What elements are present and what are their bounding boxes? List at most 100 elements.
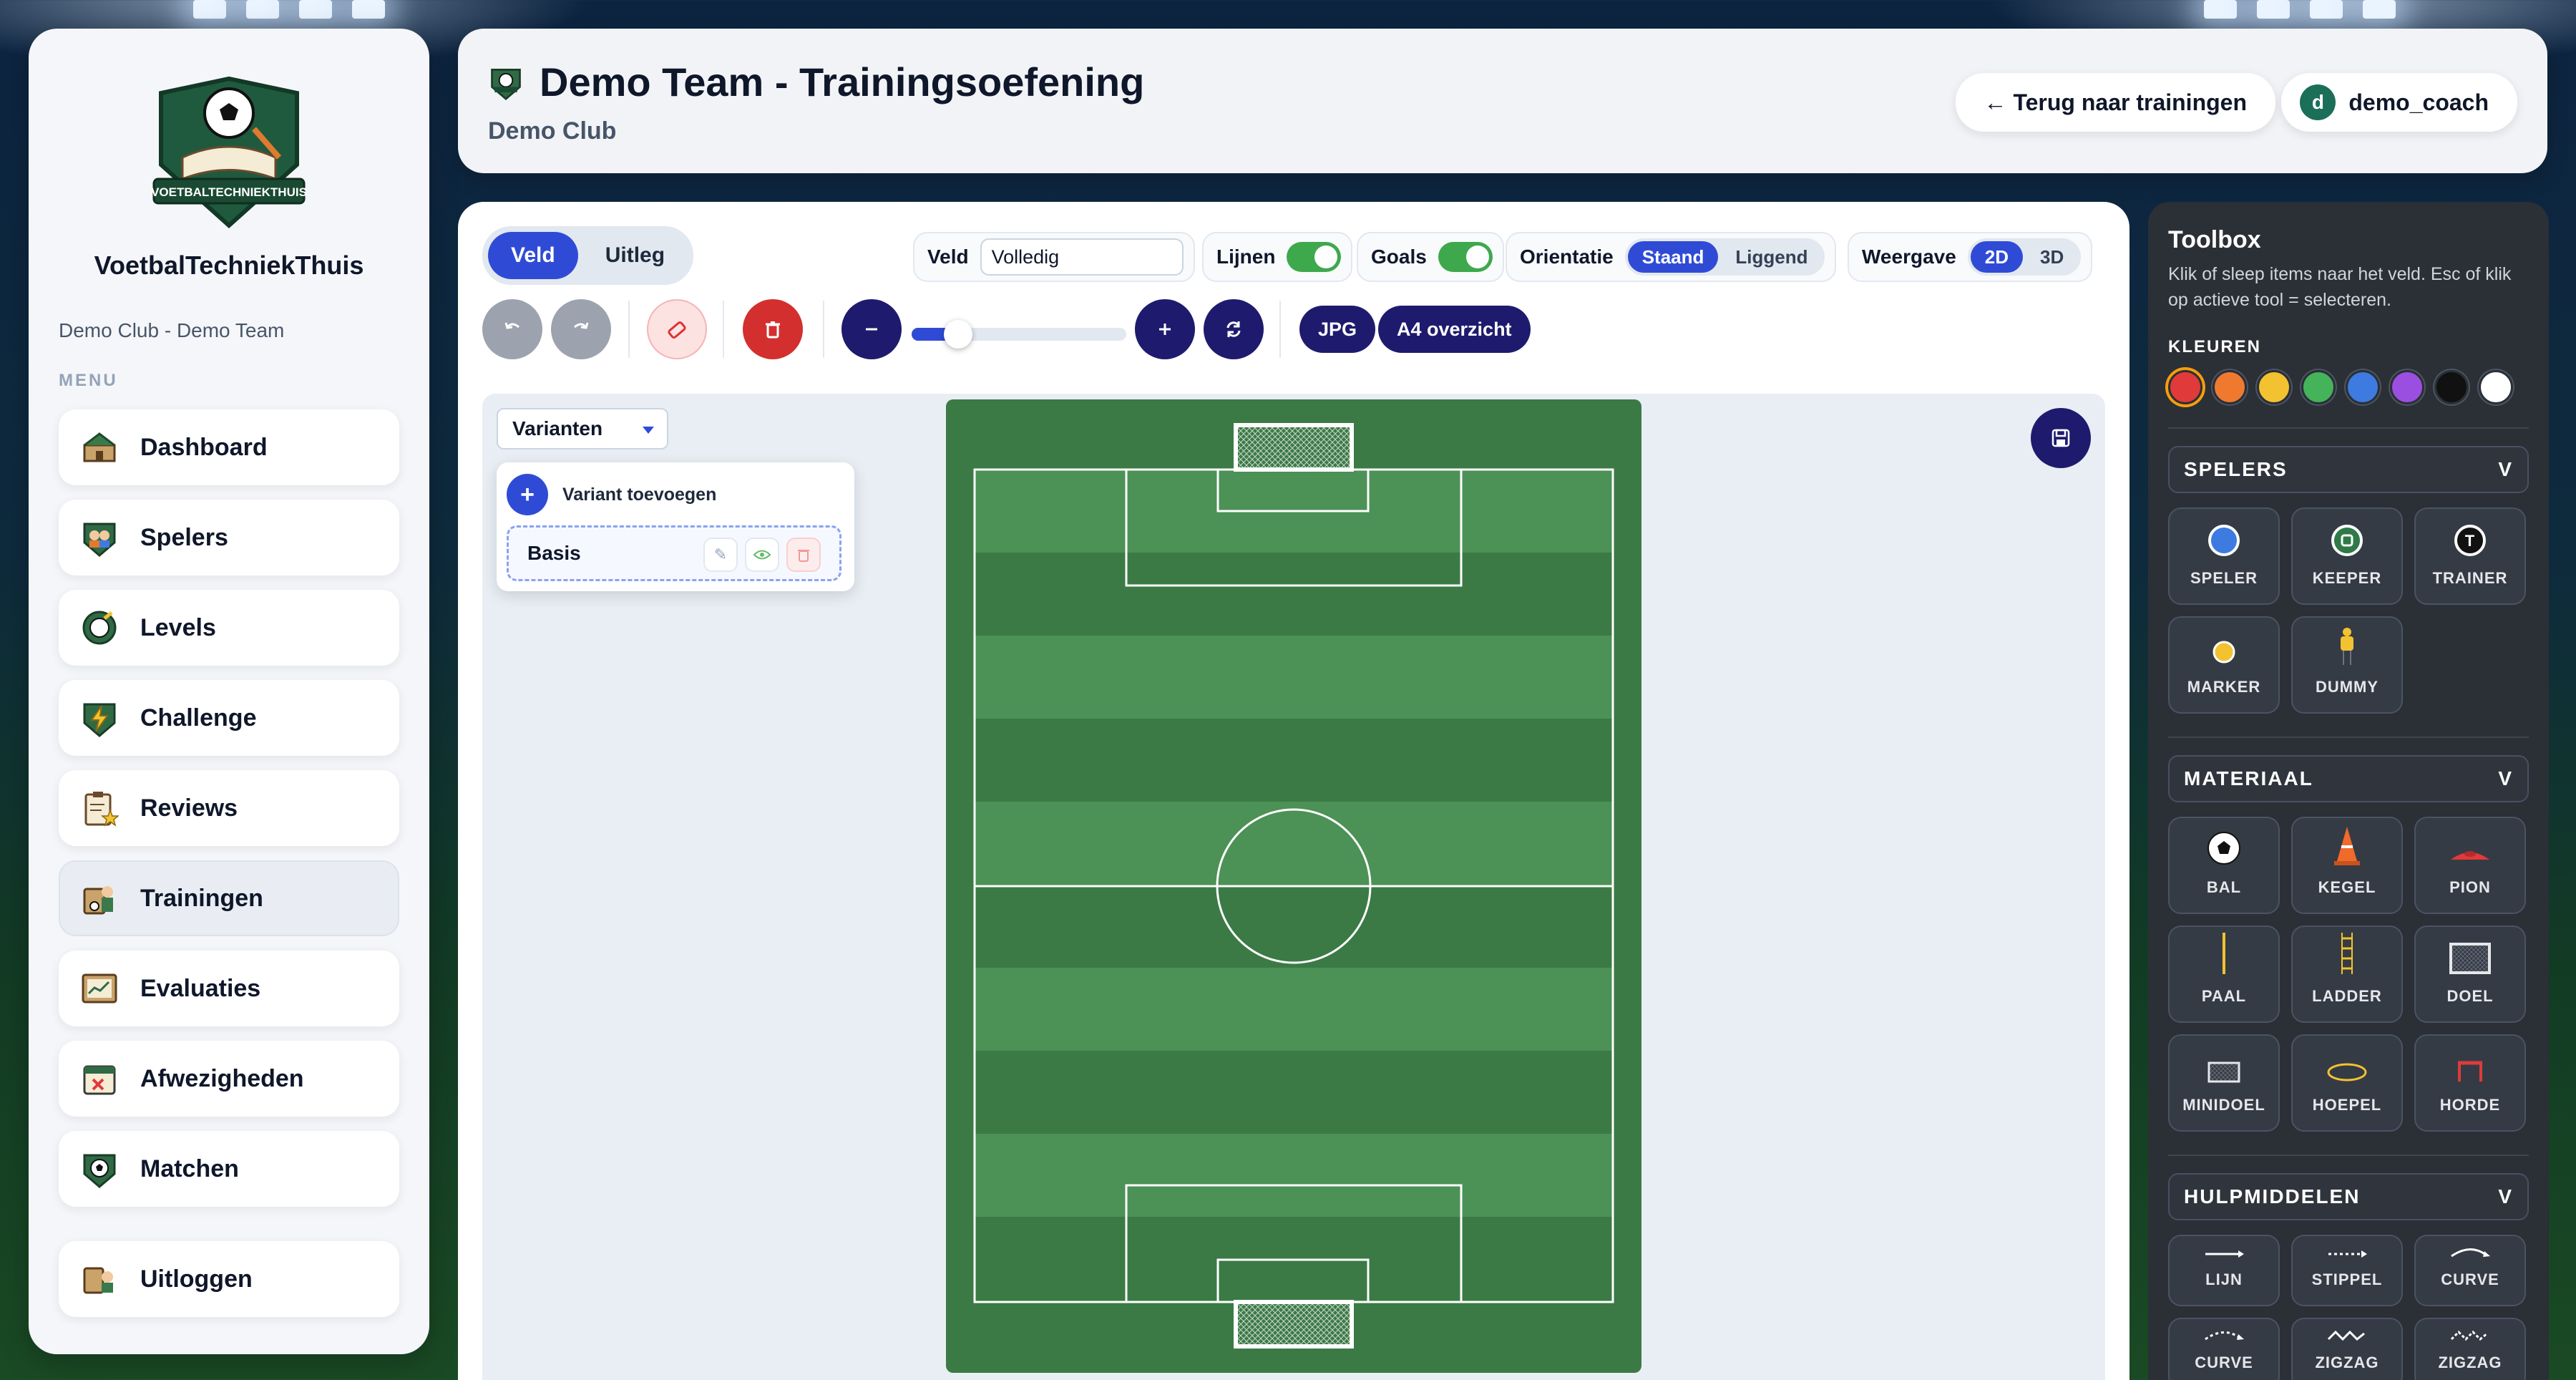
zoom-out-button[interactable] [841, 299, 902, 359]
tool-curve[interactable]: CURVE [2414, 1235, 2526, 1306]
tool-speler[interactable]: SPELER [2168, 507, 2280, 605]
undo-button[interactable] [482, 299, 542, 359]
tool-horde[interactable]: HORDE [2414, 1034, 2526, 1132]
goals-toggle[interactable] [1438, 242, 1493, 272]
orientatie-liggend[interactable]: Liggend [1721, 241, 1822, 273]
main-nav: Dashboard Spelers Levels Challenge Revie… [59, 409, 399, 1207]
tool-zigzag[interactable]: ZIGZAG [2291, 1318, 2403, 1380]
tool-curve-dotted[interactable]: CURVE [2168, 1318, 2280, 1380]
varianten-dropdown[interactable]: Varianten [497, 408, 668, 450]
tool-kegel[interactable]: KEGEL [2291, 817, 2403, 914]
club-crest-icon [491, 68, 521, 100]
tool-stippel[interactable]: STIPPEL [2291, 1235, 2403, 1306]
tool-ladder[interactable]: LADDER [2291, 925, 2403, 1023]
tool-label: HORDE [2439, 1096, 2501, 1114]
section-spelers: SPELERS V SPELER KEEPER T TRAINER MARKER [2168, 427, 2529, 714]
tool-label: KEEPER [2312, 569, 2382, 587]
delete-all-button[interactable] [743, 299, 803, 359]
refresh-icon [1226, 321, 1241, 337]
veld-select[interactable]: Volledig [980, 238, 1184, 276]
tool-marker[interactable]: MARKER [2168, 616, 2280, 714]
tab-uitleg[interactable]: Uitleg [582, 232, 688, 279]
tool-lijn[interactable]: LIJN [2168, 1235, 2280, 1306]
zigzag-icon [2327, 1330, 2365, 1341]
color-swatch-red[interactable] [2168, 370, 2202, 404]
nav-item-levels[interactable]: Levels [59, 590, 399, 666]
redo-button[interactable] [551, 299, 611, 359]
logo-text: VOETBALTECHNIEKTHUIS [151, 185, 307, 199]
trainer-letter: T [2465, 532, 2475, 550]
color-swatch-white[interactable] [2479, 370, 2513, 404]
trash-icon [766, 321, 780, 339]
nav-label: Trainingen [140, 884, 263, 912]
chevron-down-icon: V [2498, 767, 2513, 789]
nav-item-evaluaties[interactable]: Evaluaties [59, 951, 399, 1026]
plus-icon [1159, 324, 1171, 335]
orientatie-label: Orientatie [1520, 246, 1614, 268]
add-variant-button[interactable]: + Variant toevoegen [507, 474, 716, 515]
nav-label: Levels [140, 613, 216, 641]
stadium-icon [79, 427, 120, 468]
tool-label: CURVE [2195, 1354, 2253, 1371]
export-jpg-button[interactable]: JPG [1299, 306, 1376, 353]
user-menu-button[interactable]: d demo_coach [2281, 73, 2517, 132]
tool-minidoel[interactable]: MINIDOEL [2168, 1034, 2280, 1132]
zoom-slider[interactable] [912, 320, 1126, 349]
delete-variant-button[interactable] [786, 538, 821, 572]
section-header-materiaal[interactable]: MATERIAAL V [2168, 755, 2529, 802]
save-button[interactable] [2031, 408, 2091, 468]
nav-item-dashboard[interactable]: Dashboard [59, 409, 399, 485]
nav-item-afwezigheden[interactable]: Afwezigheden [59, 1041, 399, 1117]
reset-zoom-button[interactable] [1204, 299, 1264, 359]
tool-doel[interactable]: DOEL [2414, 925, 2526, 1023]
eraser-button[interactable] [647, 299, 707, 359]
edit-variant-button[interactable]: ✎ [703, 538, 738, 572]
section-header-hulpmiddelen[interactable]: HULPMIDDELEN V [2168, 1173, 2529, 1220]
pencil-icon: ✎ [713, 545, 728, 563]
tool-zigzag-dotted[interactable]: ZIGZAG [2414, 1318, 2526, 1380]
back-to-trainings-button[interactable]: ← Terug naar trainingen [1955, 73, 2275, 132]
chevron-down-icon [643, 427, 654, 439]
nav-item-matchen[interactable]: Matchen [59, 1131, 399, 1207]
tool-bal[interactable]: BAL [2168, 817, 2280, 914]
variant-item[interactable]: Basis ✎ [507, 525, 841, 581]
nav-item-spelers[interactable]: Spelers [59, 500, 399, 575]
weergave-2d[interactable]: 2D [1970, 241, 2024, 273]
tool-pion[interactable]: PION [2414, 817, 2526, 914]
nav-item-challenge[interactable]: Challenge [59, 680, 399, 756]
tool-paal[interactable]: PAAL [2168, 925, 2280, 1023]
color-swatch-orange[interactable] [2212, 370, 2247, 404]
tab-veld[interactable]: Veld [488, 232, 578, 279]
tool-dummy[interactable]: DUMMY [2291, 616, 2403, 714]
floppy-disk-icon [2051, 429, 2070, 447]
field-canvas[interactable]: Varianten + Variant toevoegen Basis ✎ [482, 394, 2105, 1380]
tool-trainer[interactable]: T TRAINER [2414, 507, 2526, 605]
color-swatch-blue[interactable] [2346, 370, 2380, 404]
zoom-slider-knob[interactable] [944, 320, 972, 349]
weergave-label: Weergave [1862, 246, 1956, 268]
orientatie-staand[interactable]: Staand [1627, 241, 1719, 273]
zoom-in-button[interactable] [1135, 299, 1195, 359]
color-swatch-purple[interactable] [2390, 370, 2424, 404]
tool-keeper[interactable]: KEEPER [2291, 507, 2403, 605]
nav-item-trainingen[interactable]: Trainingen [59, 860, 399, 936]
lijnen-toggle[interactable] [1287, 242, 1342, 272]
logout-button[interactable]: Uitloggen [59, 1241, 399, 1317]
user-name: demo_coach [2348, 89, 2489, 115]
view-variant-button[interactable] [745, 538, 779, 572]
varianten-label: Varianten [512, 417, 603, 439]
export-a4-button[interactable]: A4 overzicht [1378, 306, 1531, 353]
page-title: Demo Team - Trainingsoefening [540, 59, 1145, 105]
nav-item-reviews[interactable]: Reviews [59, 770, 399, 846]
color-swatch-green[interactable] [2301, 370, 2336, 404]
tool-hoepel[interactable]: HOEPEL [2291, 1034, 2403, 1132]
color-swatch-yellow[interactable] [2257, 370, 2291, 404]
marker-dot-icon [2212, 641, 2235, 664]
weergave-3d[interactable]: 3D [2026, 241, 2078, 273]
redo-icon [574, 322, 589, 329]
football-pitch[interactable] [946, 399, 1641, 1373]
section-header-spelers[interactable]: SPELERS V [2168, 446, 2529, 493]
tool-label: TRAINER [2432, 569, 2508, 587]
pole-icon [2223, 933, 2225, 974]
color-swatch-black[interactable] [2434, 370, 2469, 404]
